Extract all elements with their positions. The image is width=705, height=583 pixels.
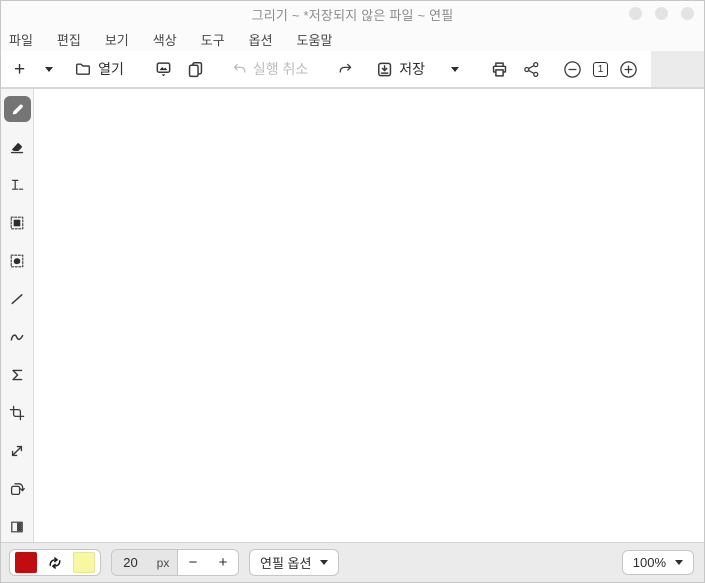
tool-pencil-chip [4, 96, 31, 122]
scale-icon [9, 443, 25, 459]
tool-free-select[interactable] [1, 242, 34, 280]
menu-colors[interactable]: 색상 [146, 28, 184, 51]
zoom-in-button[interactable] [616, 55, 641, 83]
new-image-button[interactable]: + [11, 55, 28, 83]
tool-palette [1, 89, 34, 542]
statusbar: 20 px − + 연필 옵션 100% [1, 542, 704, 582]
chevron-down-icon [451, 67, 459, 72]
app-window: 그리기 ~ *저장되지 않은 파일 ~ 연필 파일 편집 보기 색상 도구 옵션… [0, 0, 705, 583]
save-button[interactable]: 저장 [373, 55, 428, 83]
size-decrease-button[interactable]: − [178, 550, 208, 575]
secondary-color-swatch[interactable] [73, 552, 95, 573]
zoom-level-button[interactable]: 100% [622, 550, 694, 575]
menu-view[interactable]: 보기 [98, 28, 136, 51]
paste-icon [187, 61, 204, 78]
chevron-down-icon [45, 67, 53, 72]
toolbar: + 열기 [1, 51, 704, 88]
window-minimize-button[interactable] [629, 7, 642, 20]
crop-icon [9, 405, 25, 421]
chevron-down-icon [320, 560, 328, 565]
save-button-label: 저장 [399, 59, 425, 79]
redo-icon [338, 62, 353, 77]
redo-button[interactable] [335, 55, 356, 83]
zoom-in-icon [619, 60, 638, 79]
import-image-icon [155, 61, 172, 78]
swap-colors-button[interactable] [46, 552, 64, 573]
toolbar-filler [651, 51, 704, 87]
pencil-icon [10, 102, 25, 117]
size-unit-label: px [149, 550, 178, 575]
main-area [1, 88, 704, 542]
titlebar: 그리기 ~ *저장되지 않은 파일 ~ 연필 [1, 1, 704, 27]
color-selector [9, 549, 101, 576]
tool-options-label: 연필 옵션 [260, 553, 311, 572]
zoom-reset-button[interactable]: 1 [590, 55, 611, 83]
share-button[interactable] [520, 55, 543, 83]
chevron-down-icon [675, 560, 683, 565]
menu-options[interactable]: 옵션 [242, 28, 280, 51]
swap-arrows-icon [47, 555, 63, 571]
zoom-out-button[interactable] [560, 55, 585, 83]
tool-line[interactable] [1, 280, 34, 318]
print-button[interactable] [488, 55, 511, 83]
window-controls [629, 7, 694, 20]
open-button-label: 열기 [98, 59, 124, 79]
menubar: 파일 편집 보기 색상 도구 옵션 도움말 [1, 27, 704, 51]
save-menu-button[interactable] [448, 55, 462, 83]
import-image-button[interactable] [152, 55, 175, 83]
open-button[interactable]: 열기 [71, 55, 127, 83]
free-select-icon [9, 253, 25, 269]
window-maximize-button[interactable] [655, 7, 668, 20]
tool-rotate[interactable] [1, 470, 34, 508]
size-value[interactable]: 20 [112, 550, 149, 575]
zoom-out-icon [563, 60, 582, 79]
paste-button[interactable] [184, 55, 207, 83]
undo-button-label: 실행 취소 [253, 59, 308, 79]
curve-tool-icon [9, 329, 25, 345]
window-title: 그리기 ~ *저장되지 않은 파일 ~ 연필 [252, 5, 454, 24]
rotate-icon [9, 481, 25, 497]
shape-tool-icon [9, 367, 25, 383]
primary-color-swatch[interactable] [15, 552, 37, 573]
zoom-level-value: 100% [633, 555, 666, 570]
share-icon [523, 61, 540, 78]
folder-open-icon [74, 61, 92, 77]
menu-tools[interactable]: 도구 [194, 28, 232, 51]
tool-size-control: 20 px − + [111, 549, 239, 576]
print-icon [491, 61, 508, 78]
tool-eraser[interactable] [1, 128, 34, 166]
tool-crop[interactable] [1, 394, 34, 432]
tool-options-button[interactable]: 연필 옵션 [249, 549, 339, 576]
tool-text[interactable] [1, 166, 34, 204]
eraser-icon [9, 139, 25, 155]
drawing-canvas[interactable] [34, 89, 704, 542]
rectangle-select-icon [9, 215, 25, 231]
size-increase-button[interactable]: + [208, 550, 238, 575]
tool-scale[interactable] [1, 432, 34, 470]
tool-curve[interactable] [1, 318, 34, 356]
page-indicator: 1 [593, 62, 608, 77]
undo-button[interactable]: 실행 취소 [229, 55, 311, 83]
tool-shape[interactable] [1, 356, 34, 394]
tool-filters[interactable] [1, 508, 34, 542]
plus-icon: + [14, 60, 25, 79]
text-tool-icon [9, 177, 25, 193]
menu-edit[interactable]: 편집 [50, 28, 88, 51]
undo-icon [232, 62, 247, 77]
new-image-menu-button[interactable] [42, 55, 56, 83]
tool-pencil[interactable] [1, 90, 34, 128]
menu-help[interactable]: 도움말 [290, 28, 340, 51]
save-icon [376, 61, 393, 78]
filters-icon [9, 519, 25, 535]
tool-rectangle-select[interactable] [1, 204, 34, 242]
window-close-button[interactable] [681, 7, 694, 20]
menu-file[interactable]: 파일 [2, 28, 40, 51]
line-tool-icon [9, 291, 25, 307]
